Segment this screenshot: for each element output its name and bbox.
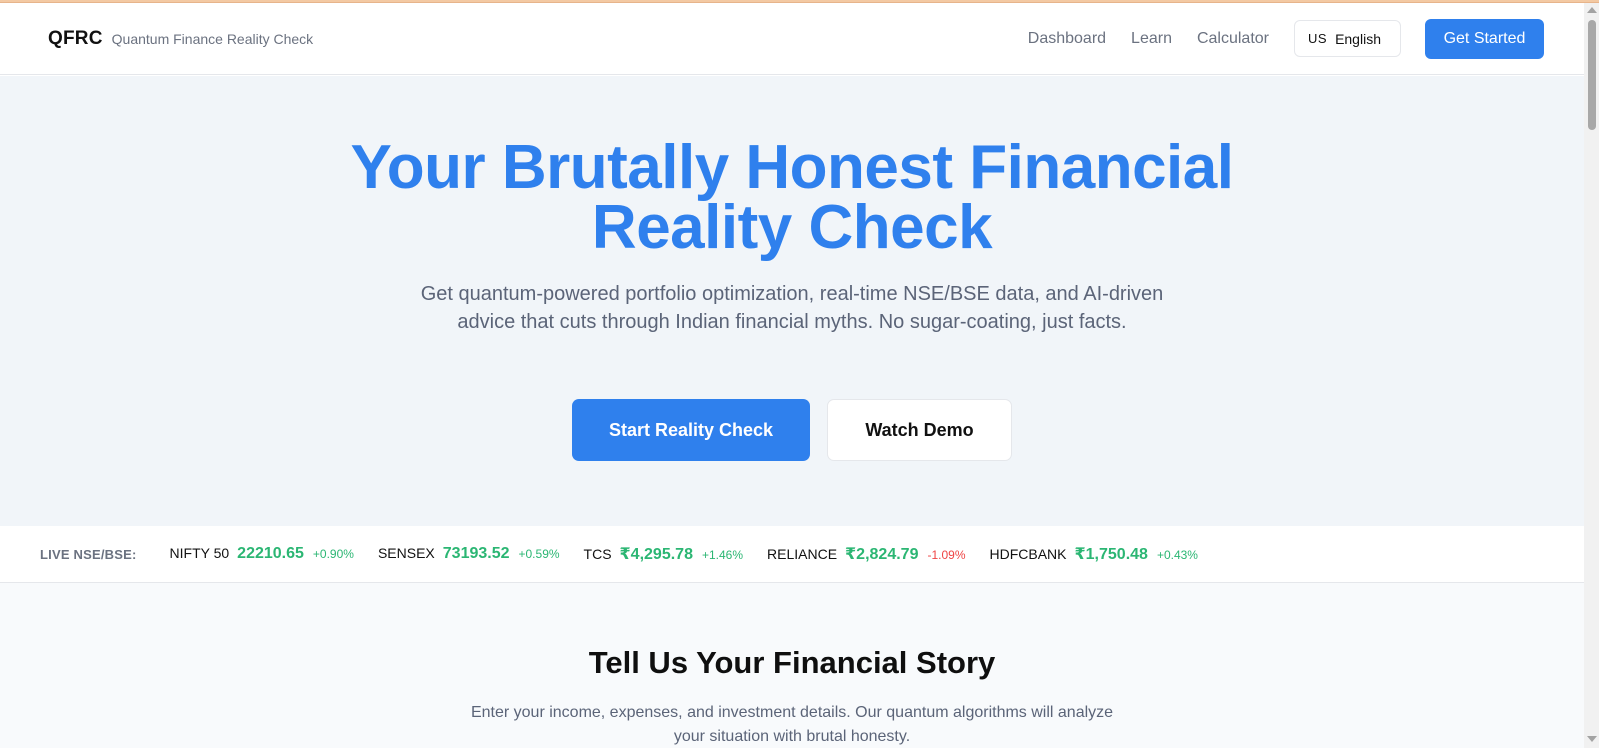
ticker-price: ₹2,824.79: [845, 546, 919, 563]
page-scrollbar[interactable]: [1584, 3, 1599, 748]
ticker-symbol: TCS: [583, 546, 612, 562]
ticker-symbol: RELIANCE: [767, 546, 838, 562]
ticker-item-nifty50: NIFTY 50 22210.65 +0.90%: [170, 545, 354, 563]
story-title: Tell Us Your Financial Story: [588, 645, 996, 680]
hero-description: Get quantum-powered portfolio optimizati…: [420, 283, 1164, 333]
us-flag-icon: US: [1308, 31, 1328, 46]
ticker-symbol: NIFTY 50: [169, 545, 230, 561]
hero-title-line-1: Your Brutally Honest Financial: [350, 133, 1234, 202]
brand[interactable]: QFRC Quantum Finance Reality Check: [48, 28, 313, 50]
ticker-price: ₹4,295.78: [619, 546, 693, 563]
main-nav: Dashboard Learn Calculator US English Ge…: [1003, 18, 1544, 59]
nav-dashboard[interactable]: Dashboard: [1028, 30, 1106, 48]
nav-calculator[interactable]: Calculator: [1197, 30, 1269, 48]
brand-logo[interactable]: QFRC: [48, 28, 103, 50]
ticker-change: +1.46%: [701, 548, 744, 562]
language-select[interactable]: US English: [1294, 20, 1401, 57]
hero-title: Your Brutally Honest Financial Reality C…: [0, 133, 1584, 262]
ticker-change: +0.43%: [1156, 548, 1198, 562]
watch-demo-button[interactable]: Watch Demo: [827, 399, 1012, 461]
language-label: English: [1335, 30, 1381, 47]
ticker-symbol: SENSEX: [377, 545, 435, 561]
ticker-change: +0.59%: [518, 547, 560, 561]
ticker-item-reliance: RELIANCE ₹2,824.79 -1.09%: [767, 544, 965, 564]
hero-title-line-2: Reality Check: [591, 193, 993, 262]
scrollbar-thumb[interactable]: [1588, 20, 1596, 130]
nav-learn[interactable]: Learn: [1131, 30, 1172, 48]
ticker-price: 22210.65: [237, 545, 304, 562]
ticker-change: +0.90%: [312, 547, 354, 561]
live-market-ticker: LIVE NSE/BSE: NIFTY 50 22210.65 +0.90% S…: [0, 526, 1584, 583]
scroll-up-arrow-icon[interactable]: [1587, 7, 1597, 13]
hero-actions: Start Reality Check Watch Demo: [0, 399, 1584, 461]
story-description: Enter your income, expenses, and investm…: [470, 704, 1114, 745]
ticker-item-hdfcbank: HDFCBANK ₹1,750.48 +0.43%: [990, 544, 1198, 564]
ticker-item-sensex: SENSEX 73193.52 +0.59%: [378, 545, 560, 563]
site-header: QFRC Quantum Finance Reality Check Dashb…: [0, 3, 1584, 75]
ticker-price: ₹1,750.48: [1074, 546, 1148, 563]
ticker-item-tcs: TCS ₹4,295.78 +1.46%: [584, 544, 743, 564]
brand-tagline: Quantum Finance Reality Check: [111, 30, 314, 47]
scroll-down-arrow-icon[interactable]: [1587, 736, 1597, 742]
financial-story-section: Tell Us Your Financial Story Enter your …: [0, 583, 1584, 748]
start-reality-check-button[interactable]: Start Reality Check: [572, 399, 810, 461]
hero-section: Your Brutally Honest Financial Reality C…: [0, 76, 1584, 526]
ticker-label: LIVE NSE/BSE:: [40, 546, 137, 562]
get-started-button[interactable]: Get Started: [1425, 18, 1544, 59]
ticker-change: -1.09%: [927, 548, 966, 562]
ticker-price: 73193.52: [442, 545, 510, 562]
ticker-symbol: HDFCBANK: [989, 546, 1067, 562]
